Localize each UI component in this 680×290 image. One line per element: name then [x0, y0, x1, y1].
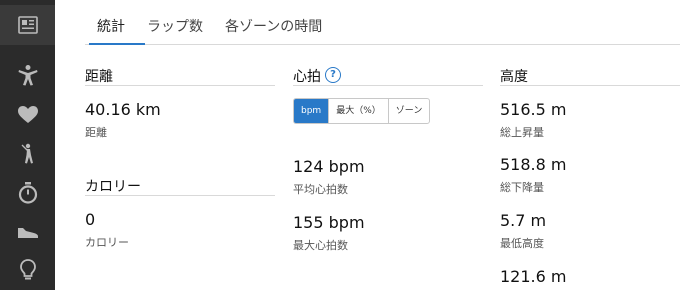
heart-rate-section-title: 心拍: [293, 69, 321, 85]
divider: [500, 85, 680, 86]
calories-section-title: カロリー: [85, 179, 141, 195]
toggle-max-percent[interactable]: 最大（%）: [329, 99, 389, 123]
tab-laps[interactable]: ラップ数: [147, 16, 203, 36]
activity-person-icon[interactable]: [0, 55, 55, 95]
tab-stats[interactable]: 統計: [89, 16, 145, 45]
min-elevation-value: 5.7 m: [500, 211, 547, 230]
lightbulb-icon[interactable]: [0, 250, 55, 290]
max-heart-rate-value: 155 bpm: [293, 213, 365, 232]
timer-icon[interactable]: [0, 173, 55, 213]
max-heart-rate-label: 最大心拍数: [293, 239, 348, 252]
avg-heart-rate-label: 平均心拍数: [293, 183, 348, 196]
calories-value: 0: [85, 210, 96, 229]
min-elevation-label: 最低高度: [500, 237, 544, 250]
tab-stats-label: 統計: [97, 19, 125, 35]
summary-card-icon[interactable]: [0, 5, 55, 45]
tab-bar: 統計 ラップ数 各ゾーンの時間: [85, 0, 680, 45]
elevation-gain-value: 516.5 m: [500, 100, 567, 119]
toggle-bpm[interactable]: bpm: [294, 99, 330, 123]
distance-value: 40.16 km: [85, 100, 161, 119]
sidebar: [0, 0, 55, 290]
heart-icon[interactable]: [0, 95, 55, 135]
tab-zones[interactable]: 各ゾーンの時間: [225, 16, 322, 36]
divider: [85, 85, 275, 86]
calories-label: カロリー: [85, 236, 129, 249]
divider: [293, 85, 483, 86]
avg-heart-rate-value: 124 bpm: [293, 157, 365, 176]
elevation-gain-label: 総上昇量: [500, 126, 544, 139]
elevation-loss-value: 518.8 m: [500, 155, 567, 174]
help-icon[interactable]: ?: [325, 67, 341, 83]
distance-label: 距離: [85, 126, 107, 139]
heart-rate-unit-toggle: bpm 最大（%） ゾーン: [293, 98, 431, 124]
divider: [85, 195, 275, 196]
max-elevation-value: 121.6 m: [500, 267, 567, 286]
main-content: 統計 ラップ数 各ゾーンの時間 距離 40.16 km 距離 カロリー 0 カロ…: [55, 0, 680, 290]
golf-icon[interactable]: [0, 134, 55, 174]
tab-active-indicator: [89, 43, 145, 45]
elevation-loss-label: 総下降量: [500, 181, 544, 194]
shoe-icon[interactable]: [0, 212, 55, 252]
distance-section-title: 距離: [85, 69, 113, 85]
elevation-section-title: 高度: [500, 69, 528, 85]
toggle-zone[interactable]: ゾーン: [389, 99, 430, 123]
